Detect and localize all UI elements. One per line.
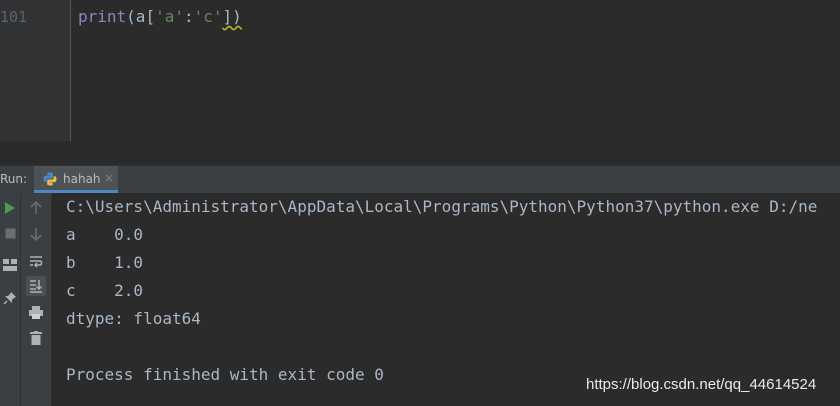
console-line: C:\Users\Administrator\AppData\Local\Pro… — [66, 197, 818, 216]
arrow-down-icon[interactable] — [26, 224, 46, 244]
stop-icon[interactable] — [0, 223, 20, 243]
console-line: Process finished with exit code 0 — [66, 365, 384, 384]
arrow-up-icon[interactable] — [26, 198, 46, 218]
run-label: Run: — [0, 172, 28, 186]
console-line: b 1.0 — [66, 253, 144, 272]
run-toolbar-secondary — [21, 193, 52, 406]
run-tool-window: C:\Users\Administrator\AppData\Local\Pro… — [0, 193, 840, 406]
code-token-string-c: 'c' — [193, 7, 223, 26]
run-tool-window-header: Run: hahah × — [0, 165, 840, 194]
pin-icon[interactable] — [0, 288, 20, 308]
code-editor[interactable]: 101 print(a['a':'c']) — [0, 0, 840, 141]
console-line: dtype: float64 — [66, 309, 201, 328]
ide-window: 101 print(a['a':'c']) Run: hahah × C:\Us… — [0, 0, 840, 406]
code-token-function: print — [78, 7, 127, 26]
print-icon[interactable] — [26, 302, 46, 322]
run-tab-label: hahah — [63, 172, 101, 186]
code-token-string-a: 'a' — [155, 7, 184, 26]
code-token-colon: : — [183, 7, 194, 26]
close-icon[interactable]: × — [104, 171, 114, 185]
console-line: c 2.0 — [66, 281, 144, 300]
soft-wrap-icon[interactable] — [26, 251, 46, 271]
console-line: a 0.0 — [66, 225, 144, 244]
layout-icon[interactable] — [0, 255, 20, 275]
editor-gutter: 101 — [0, 0, 71, 141]
watermark: https://blog.csdn.net/qq_44614524 — [586, 376, 817, 393]
rerun-icon[interactable] — [0, 198, 20, 218]
editor-bottom-space — [0, 141, 840, 165]
code-token-open: (a[ — [126, 7, 156, 26]
console-output[interactable]: C:\Users\Administrator\AppData\Local\Pro… — [66, 193, 840, 406]
run-toolbar-primary — [0, 193, 21, 406]
python-icon — [43, 172, 57, 186]
run-tab-hahah[interactable]: hahah × — [34, 166, 118, 193]
code-token-close: ]) — [222, 7, 242, 26]
line-number: 101 — [0, 8, 28, 26]
code-line[interactable]: print(a['a':'c']) — [78, 7, 242, 26]
scroll-to-end-icon[interactable] — [26, 276, 46, 296]
trash-icon[interactable] — [26, 328, 46, 348]
